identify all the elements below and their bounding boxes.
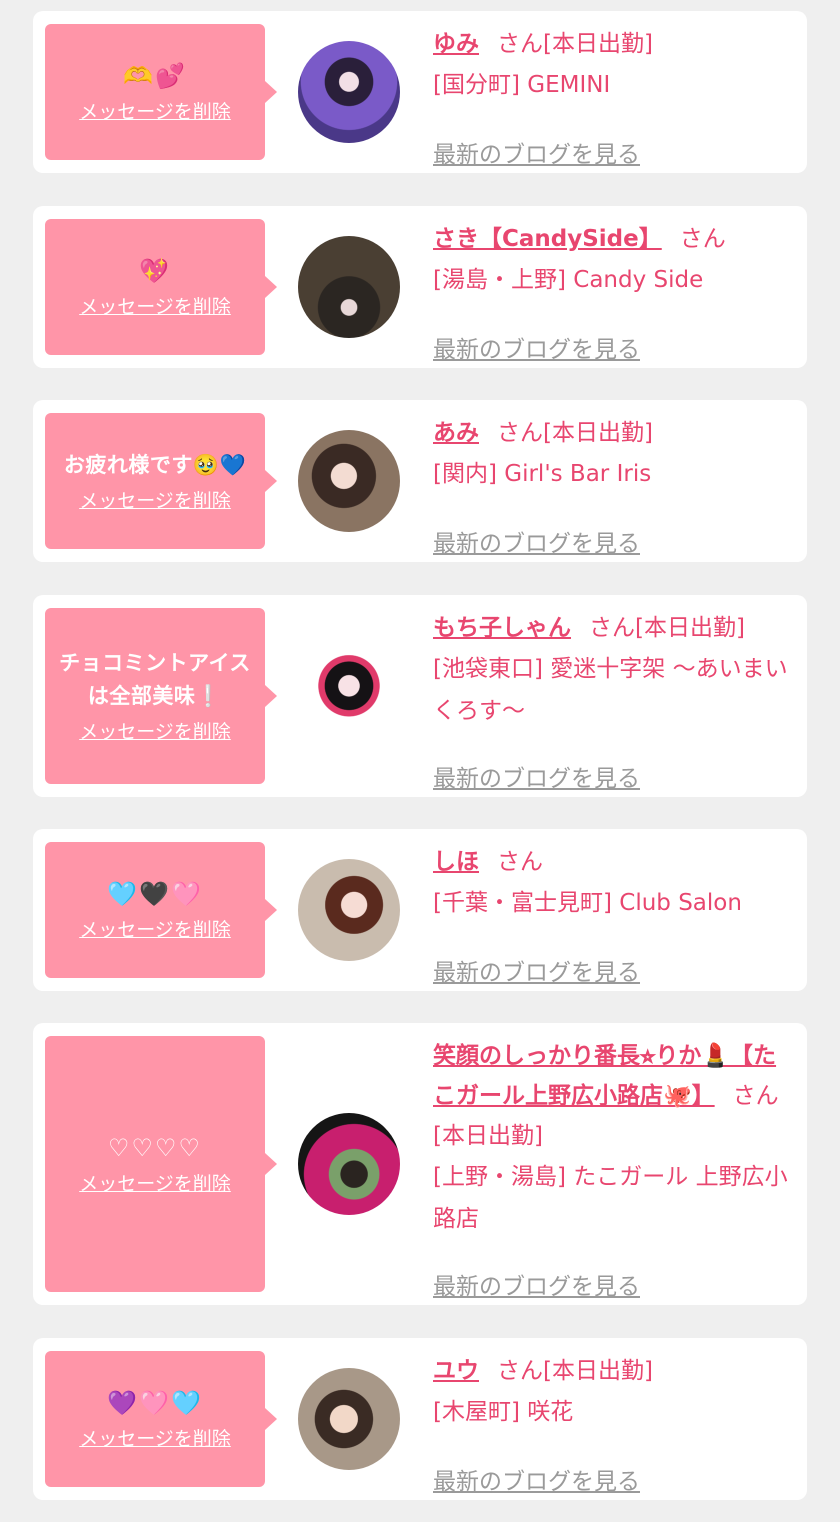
card-info: もち子しゃん さん[本日出勤] [池袋東口] 愛迷十字架 〜あいまいくろす〜 最新… [433, 608, 791, 792]
message-card: 💖 メッセージを削除 さき【CandySide】 さん [湯島・上野] Candy… [33, 206, 807, 368]
cast-name-link[interactable]: ユウ [433, 1358, 479, 1384]
message-bubble: 🫶💕 メッセージを削除 [45, 24, 277, 160]
message-text: お疲れ様です🥹💙 [63, 452, 247, 477]
message-card: お疲れ様です🥹💙 メッセージを削除 あみ さん[本日出勤] [関内] Girl's… [33, 400, 807, 562]
cast-name-link[interactable]: さき【CandySide】 [433, 226, 662, 252]
avatar[interactable] [298, 859, 400, 961]
message-text: 💜🩷🩵 [107, 1388, 203, 1417]
latest-blog-link[interactable]: 最新のブログを見る [433, 529, 640, 559]
latest-blog-link[interactable]: 最新のブログを見る [433, 764, 640, 794]
shop-info: [木屋町] 咲花 [433, 1399, 574, 1425]
shop-info: [関内] Girl's Bar Iris [433, 461, 652, 487]
message-bubble: 🩵🖤🩷 メッセージを削除 [45, 842, 277, 978]
avatar[interactable] [298, 645, 400, 747]
latest-blog-link[interactable]: 最新のブログを見る [433, 335, 640, 365]
message-bubble: 💖 メッセージを削除 [45, 219, 277, 355]
cast-name-link[interactable]: あみ [433, 420, 479, 446]
cast-name-link[interactable]: もち子しゃん [433, 615, 571, 641]
message-text: 🩵🖤🩷 [107, 879, 203, 908]
cast-status: さん [497, 849, 543, 875]
avatar[interactable] [298, 430, 400, 532]
message-text: ♡♡♡♡ [107, 1133, 203, 1162]
cast-name-link[interactable]: しほ [433, 849, 479, 875]
delete-message-link[interactable]: メッセージを削除 [79, 719, 231, 745]
card-info: ユウ さん[本日出勤] [木屋町] 咲花 最新のブログを見る [433, 1351, 791, 1495]
delete-message-link[interactable]: メッセージを削除 [79, 1426, 231, 1452]
message-text: チョコミントアイスは全部美味❕ [59, 651, 251, 708]
delete-message-link[interactable]: メッセージを削除 [79, 917, 231, 943]
delete-message-link[interactable]: メッセージを削除 [79, 294, 231, 320]
cast-status: さん[本日出勤] [589, 615, 745, 641]
latest-blog-link[interactable]: 最新のブログを見る [433, 1272, 640, 1302]
message-card: ♡♡♡♡ メッセージを削除 笑顔のしっかり番長⭐︎りか💄【たこガール上野広小路店… [33, 1023, 807, 1305]
shop-info: [湯島・上野] Candy Side [433, 267, 704, 293]
message-card: チョコミントアイスは全部美味❕ メッセージを削除 もち子しゃん さん[本日出勤] … [33, 595, 807, 797]
card-info: あみ さん[本日出勤] [関内] Girl's Bar Iris 最新のブログを見… [433, 413, 791, 557]
message-text: 💖 [139, 256, 171, 285]
message-text: 🫶💕 [123, 61, 187, 90]
shop-info: [池袋東口] 愛迷十字架 〜あいまいくろす〜 [433, 656, 788, 724]
message-card: 🫶💕 メッセージを削除 ゆみ さん[本日出勤] [国分町] GEMINI 最新のブ… [33, 11, 807, 173]
shop-info: [上野・湯島] たこガール 上野広小路店 [433, 1164, 788, 1232]
cast-status: さん[本日出勤] [497, 31, 653, 57]
card-info: 笑顔のしっかり番長⭐︎りか💄【たこガール上野広小路店🐙】 さん[本日出勤] [上野… [433, 1036, 791, 1300]
message-card: 💜🩷🩵 メッセージを削除 ユウ さん[本日出勤] [木屋町] 咲花 最新のブログを… [33, 1338, 807, 1500]
card-info: さき【CandySide】 さん [湯島・上野] Candy Side 最新のブロ… [433, 219, 791, 363]
avatar[interactable] [298, 1113, 400, 1215]
message-card: 🩵🖤🩷 メッセージを削除 しほ さん [千葉・富士見町] Club Salon 最… [33, 829, 807, 991]
cast-status: さん[本日出勤] [497, 420, 653, 446]
delete-message-link[interactable]: メッセージを削除 [79, 1171, 231, 1197]
avatar[interactable] [298, 1368, 400, 1470]
card-info: しほ さん [千葉・富士見町] Club Salon 最新のブログを見る [433, 842, 791, 986]
message-bubble: ♡♡♡♡ メッセージを削除 [45, 1036, 277, 1292]
latest-blog-link[interactable]: 最新のブログを見る [433, 958, 640, 988]
shop-info: [国分町] GEMINI [433, 72, 611, 98]
cast-status: さん [679, 226, 726, 252]
latest-blog-link[interactable]: 最新のブログを見る [433, 140, 640, 170]
cast-name-link[interactable]: 笑顔のしっかり番長⭐︎りか💄【たこガール上野広小路店🐙】 [433, 1043, 776, 1109]
cast-status: さん[本日出勤] [497, 1358, 653, 1384]
message-bubble: チョコミントアイスは全部美味❕ メッセージを削除 [45, 608, 277, 784]
message-bubble: お疲れ様です🥹💙 メッセージを削除 [45, 413, 277, 549]
latest-blog-link[interactable]: 最新のブログを見る [433, 1467, 640, 1497]
message-bubble: 💜🩷🩵 メッセージを削除 [45, 1351, 277, 1487]
avatar[interactable] [298, 236, 400, 338]
delete-message-link[interactable]: メッセージを削除 [79, 488, 231, 514]
card-info: ゆみ さん[本日出勤] [国分町] GEMINI 最新のブログを見る [433, 24, 791, 168]
cast-name-link[interactable]: ゆみ [433, 31, 479, 57]
delete-message-link[interactable]: メッセージを削除 [79, 99, 231, 125]
avatar[interactable] [298, 41, 400, 143]
shop-info: [千葉・富士見町] Club Salon [433, 890, 742, 916]
